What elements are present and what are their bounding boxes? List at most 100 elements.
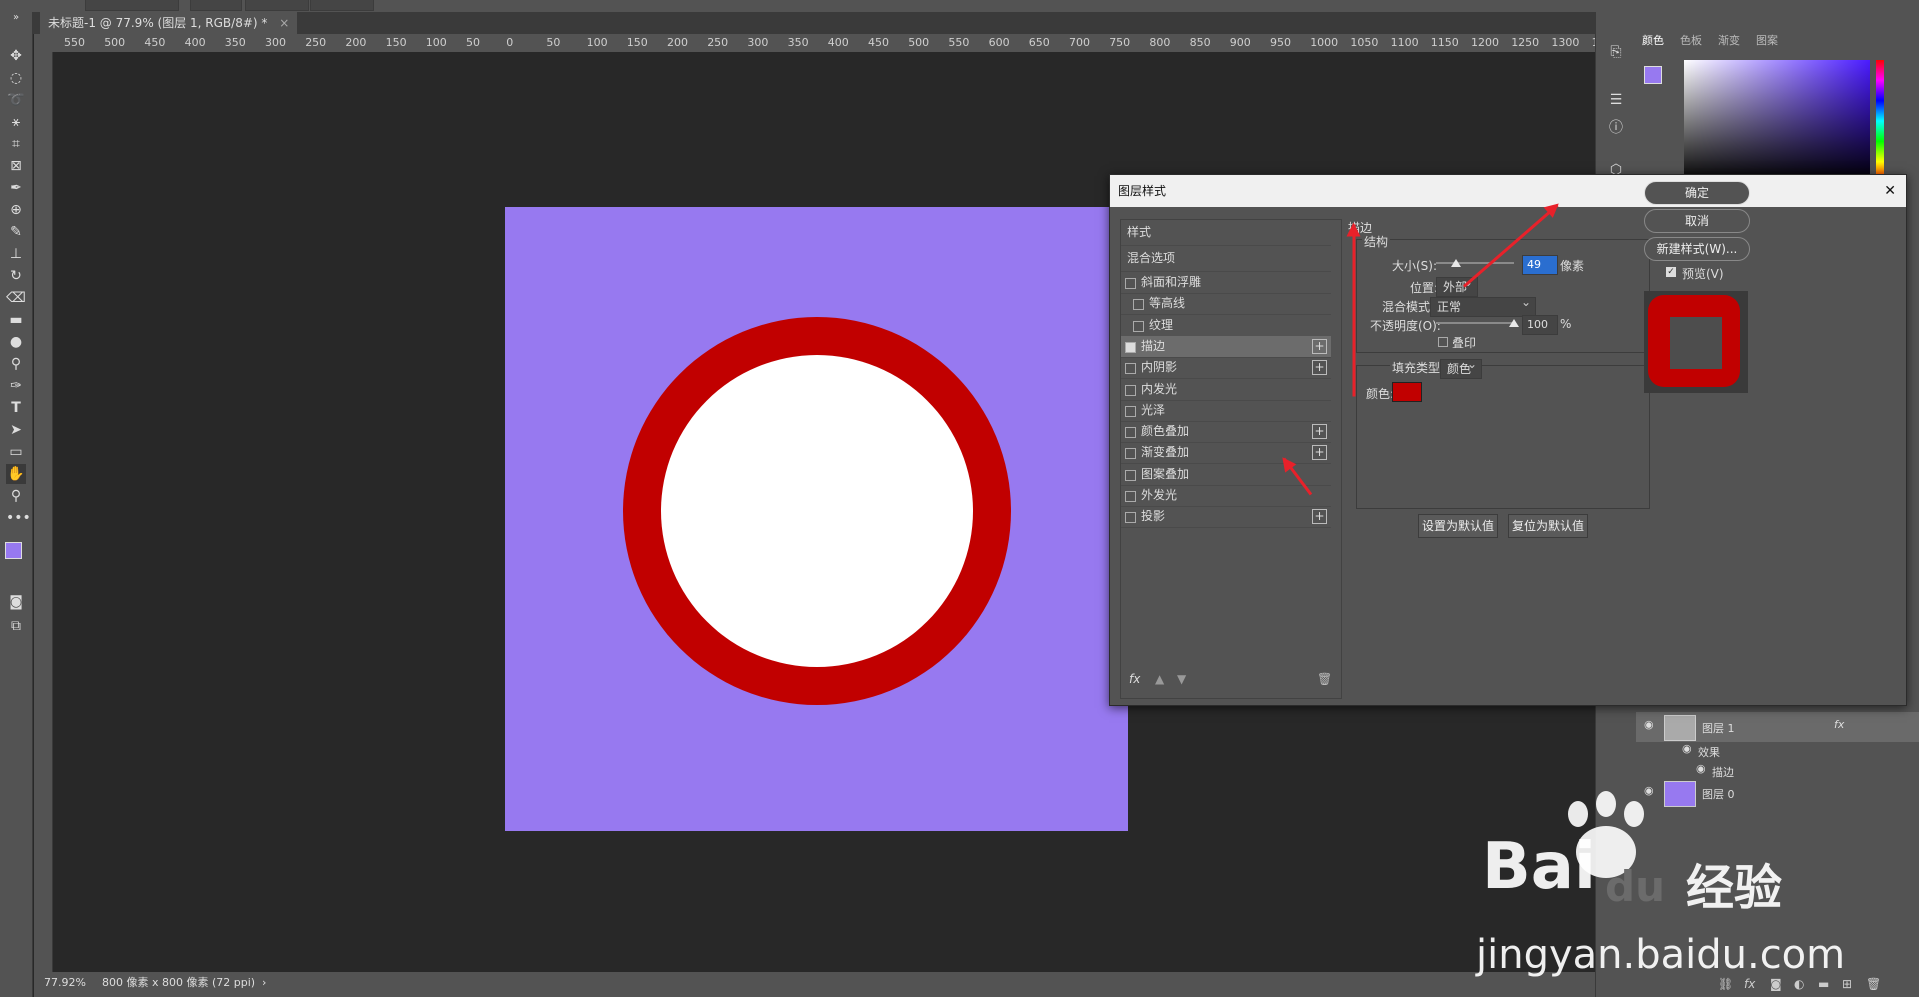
- move-tool-icon[interactable]: ✥: [6, 46, 26, 66]
- quick-mask-icon[interactable]: ◙: [6, 592, 26, 612]
- style-item[interactable]: 光泽: [1121, 400, 1331, 422]
- color-picker-field[interactable]: [1684, 60, 1870, 182]
- set-default-button[interactable]: 设置为默认值: [1418, 514, 1498, 538]
- style-item[interactable]: 斜面和浮雕: [1121, 272, 1331, 294]
- adjustments-icon[interactable]: ☰: [1606, 90, 1626, 110]
- add-style-icon[interactable]: +: [1312, 445, 1327, 461]
- opacity-slider-thumb[interactable]: [1509, 319, 1519, 327]
- blend-options-item[interactable]: 混合选项: [1121, 246, 1331, 272]
- add-style-icon[interactable]: +: [1312, 509, 1327, 525]
- blur-tool-icon[interactable]: ●: [6, 332, 26, 352]
- trash-icon[interactable]: 🗑: [1317, 672, 1332, 686]
- brush-tool-icon[interactable]: ✎: [6, 222, 26, 242]
- layer-effects-row[interactable]: ◉ 效果: [1636, 740, 1919, 760]
- cancel-button[interactable]: 取消: [1644, 209, 1750, 233]
- opacity-slider-track[interactable]: [1436, 322, 1514, 324]
- tab-patterns[interactable]: 图案: [1756, 32, 1778, 48]
- style-checkbox[interactable]: [1125, 448, 1136, 460]
- collapse-icon[interactable]: »: [6, 8, 26, 28]
- fx-badge[interactable]: fx: [1834, 718, 1844, 731]
- preview-checkbox[interactable]: ✓: [1666, 267, 1676, 277]
- crop-tool-icon[interactable]: ⌗: [6, 134, 26, 154]
- move-down-icon[interactable]: ▼: [1177, 672, 1186, 686]
- move-up-icon[interactable]: ▲: [1155, 672, 1164, 686]
- size-input[interactable]: 49: [1522, 255, 1558, 275]
- tab-color[interactable]: 颜色: [1642, 32, 1664, 48]
- style-checkbox[interactable]: [1125, 278, 1136, 289]
- dialog-titlebar[interactable]: 图层样式 ✕: [1110, 175, 1906, 207]
- fx-menu-icon[interactable]: fx: [1129, 672, 1140, 686]
- style-item[interactable]: 内阴影 +: [1121, 357, 1331, 380]
- status-arrow-icon[interactable]: ›: [262, 972, 266, 994]
- layer-stroke-effect-row[interactable]: ◉ 描边: [1636, 760, 1919, 780]
- history-brush-icon[interactable]: ↻: [6, 266, 26, 286]
- screen-mode-icon[interactable]: ⧉: [6, 616, 26, 636]
- option-button[interactable]: [85, 0, 179, 11]
- close-icon[interactable]: ×: [279, 16, 289, 30]
- add-style-icon[interactable]: +: [1312, 360, 1327, 376]
- overprint-checkbox[interactable]: [1438, 337, 1448, 347]
- document-canvas[interactable]: [505, 207, 1128, 831]
- more-tools-icon[interactable]: •••: [6, 508, 31, 528]
- style-checkbox[interactable]: [1125, 384, 1136, 396]
- fill-type-select[interactable]: 颜色: [1440, 355, 1482, 379]
- size-slider-thumb[interactable]: [1450, 259, 1461, 267]
- stamp-tool-icon[interactable]: ⊥: [6, 244, 26, 264]
- dodge-tool-icon[interactable]: ⚲: [6, 354, 26, 374]
- history-icon[interactable]: ⎘: [1606, 42, 1626, 62]
- hand-tool-icon[interactable]: ✋: [6, 464, 26, 484]
- eye-icon[interactable]: ◉: [1696, 762, 1706, 775]
- info-icon[interactable]: ⓘ: [1606, 118, 1626, 138]
- lasso-tool-icon[interactable]: ➰: [6, 90, 26, 110]
- zoom-level[interactable]: 77.92%: [44, 972, 86, 994]
- style-checkbox[interactable]: [1125, 405, 1136, 417]
- layer-row[interactable]: ◉ 图层 1 fx: [1636, 712, 1919, 742]
- new-style-button[interactable]: 新建样式(W)...: [1644, 237, 1750, 261]
- frame-tool-icon[interactable]: ⊠: [6, 156, 26, 176]
- styles-header[interactable]: 样式: [1121, 220, 1331, 246]
- style-item[interactable]: 描边 +: [1121, 335, 1331, 358]
- style-checkbox[interactable]: [1125, 363, 1136, 375]
- opacity-input[interactable]: 100: [1522, 315, 1558, 335]
- style-item[interactable]: 内发光: [1121, 379, 1331, 401]
- rectangle-tool-icon[interactable]: ▭: [6, 442, 26, 462]
- reset-default-button[interactable]: 复位为默认值: [1508, 514, 1588, 538]
- style-item[interactable]: 纹理: [1121, 315, 1331, 337]
- path-selection-icon[interactable]: ➤: [6, 420, 26, 440]
- style-item[interactable]: 渐变叠加 +: [1121, 442, 1331, 465]
- pen-tool-icon[interactable]: ✑: [6, 376, 26, 396]
- style-item[interactable]: 颜色叠加 +: [1121, 421, 1331, 444]
- eye-icon[interactable]: ◉: [1644, 718, 1654, 731]
- style-checkbox[interactable]: [1133, 320, 1144, 332]
- style-item[interactable]: 投影 +: [1121, 506, 1331, 529]
- hue-slider[interactable]: [1876, 60, 1884, 182]
- document-tab[interactable]: 未标题-1 @ 77.9% (图层 1, RGB/8#) * ×: [40, 12, 298, 34]
- blend-mode-select[interactable]: 正常: [1430, 293, 1536, 317]
- eraser-tool-icon[interactable]: ⌫: [6, 288, 26, 308]
- foreground-color-swatch[interactable]: [5, 542, 22, 559]
- style-checkbox[interactable]: [1125, 512, 1136, 524]
- option-button[interactable]: [190, 0, 242, 11]
- size-slider-track[interactable]: [1436, 262, 1514, 264]
- style-checkbox[interactable]: [1125, 427, 1136, 439]
- eye-icon[interactable]: ◉: [1682, 742, 1692, 755]
- style-checkbox[interactable]: [1125, 469, 1136, 481]
- stroke-color-swatch[interactable]: [1392, 382, 1422, 402]
- marquee-tool-icon[interactable]: ◌: [6, 68, 26, 88]
- add-style-icon[interactable]: +: [1312, 338, 1327, 354]
- ok-button[interactable]: 确定: [1644, 181, 1750, 205]
- eyedropper-icon[interactable]: ✒: [6, 178, 26, 198]
- option-button[interactable]: [245, 0, 309, 11]
- type-tool-icon[interactable]: T: [6, 398, 26, 418]
- style-checkbox[interactable]: [1125, 491, 1136, 502]
- fg-color-swatch[interactable]: [1644, 66, 1662, 84]
- magic-wand-icon[interactable]: ⚹: [6, 112, 26, 132]
- close-icon[interactable]: ✕: [1884, 175, 1896, 207]
- option-button[interactable]: [310, 0, 374, 11]
- style-item[interactable]: 外发光: [1121, 485, 1331, 507]
- tab-swatches[interactable]: 色板: [1680, 32, 1702, 48]
- healing-brush-icon[interactable]: ⊕: [6, 200, 26, 220]
- style-checkbox[interactable]: [1133, 299, 1144, 311]
- gradient-tool-icon[interactable]: ▬: [6, 310, 26, 330]
- zoom-tool-icon[interactable]: ⚲: [6, 486, 26, 506]
